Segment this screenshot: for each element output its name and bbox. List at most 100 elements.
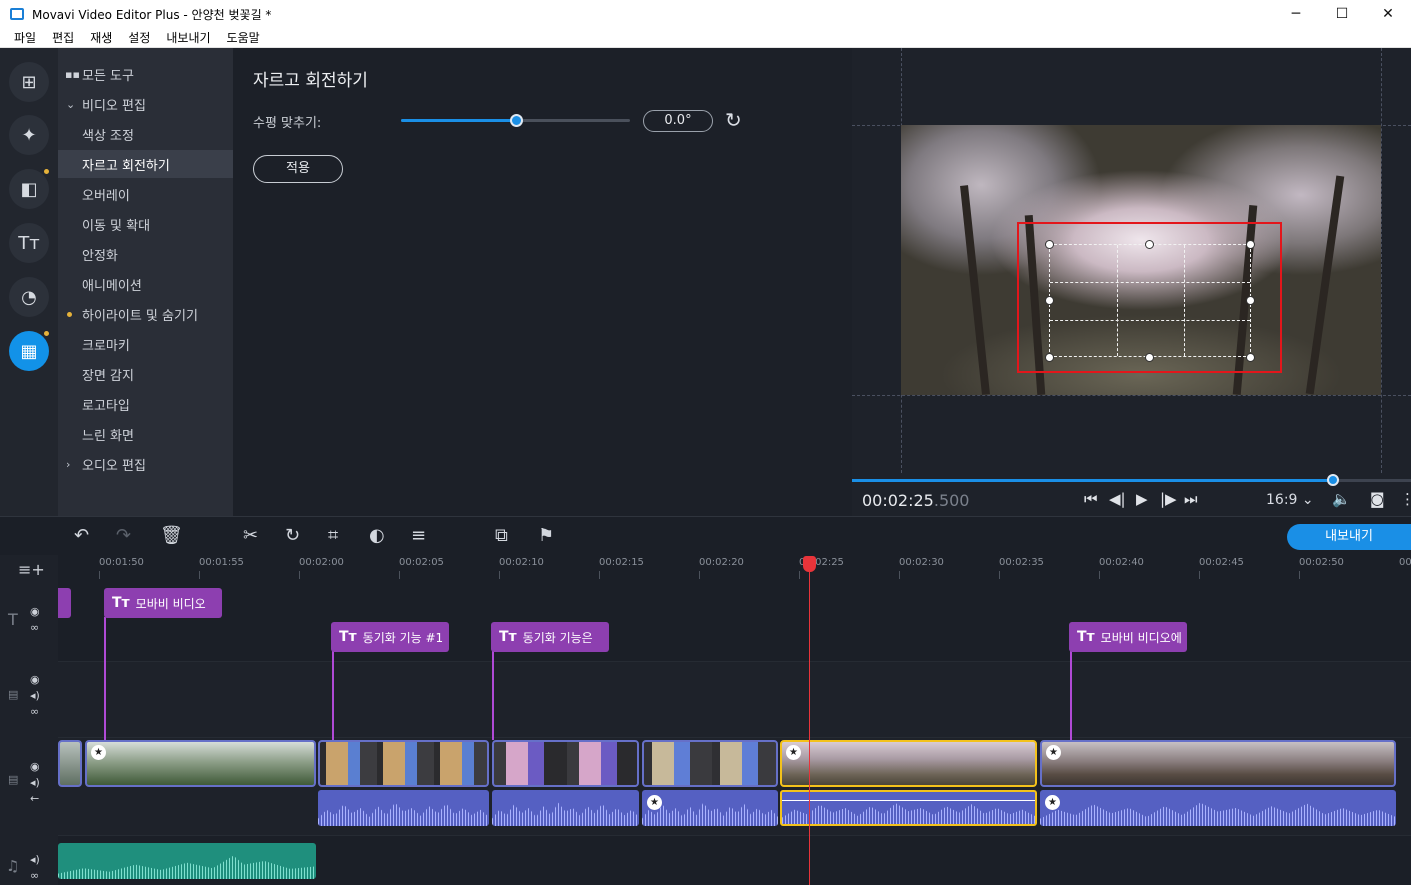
volume-icon[interactable]: 🔈 xyxy=(1332,490,1351,508)
titles-icon[interactable]: Tт xyxy=(9,223,49,263)
color-adjust-icon[interactable]: ◐ xyxy=(369,525,385,546)
video-clip[interactable]: ★ xyxy=(1040,740,1396,787)
music-clip[interactable] xyxy=(58,843,316,879)
stickers-icon[interactable]: ◔ xyxy=(9,277,49,317)
level-slider[interactable] xyxy=(401,114,630,127)
playhead-handle[interactable] xyxy=(803,556,816,572)
mute-icon[interactable]: ◂) xyxy=(30,853,40,866)
prev-frame-icon[interactable]: ◀| xyxy=(1109,490,1126,508)
rotate-icon[interactable]: ↻ xyxy=(285,525,300,546)
magic-wand-icon[interactable]: ✦ xyxy=(9,115,49,155)
more-icon[interactable]: ⋮ xyxy=(1400,490,1411,508)
tool-logo[interactable]: 로고타입 xyxy=(58,390,233,418)
video-clip[interactable]: ★ xyxy=(85,740,316,787)
next-frame-icon[interactable]: |▶ xyxy=(1160,490,1177,508)
tool-stabilization[interactable]: 안정화 xyxy=(58,240,233,268)
audio-clip[interactable] xyxy=(318,790,489,826)
playhead[interactable] xyxy=(809,559,810,885)
menu-settings[interactable]: 설정 xyxy=(120,29,158,46)
audio-edit-group[interactable]: › 오디오 편집 xyxy=(58,450,233,478)
transitions-icon[interactable]: ◧ xyxy=(9,169,49,209)
crop-area[interactable] xyxy=(1049,244,1251,357)
snapshot-icon[interactable]: ◙ xyxy=(1370,490,1385,508)
arrow-left-icon[interactable]: ← xyxy=(30,792,39,805)
title-clip[interactable] xyxy=(58,588,71,618)
play-icon[interactable]: ▶ xyxy=(1136,490,1148,508)
audio-clip[interactable]: ★ xyxy=(1040,790,1396,826)
tool-color-adjust[interactable]: 색상 조정 xyxy=(58,120,233,148)
crop-handle[interactable] xyxy=(1246,353,1255,362)
export-clip-icon[interactable]: ⧉ xyxy=(495,525,508,546)
video-clip[interactable] xyxy=(642,740,778,787)
undo-icon[interactable]: ↶ xyxy=(74,525,89,546)
crop-handle[interactable] xyxy=(1045,353,1054,362)
crop-handle[interactable] xyxy=(1045,240,1054,249)
audio-clip-selected[interactable] xyxy=(780,790,1037,826)
menu-export[interactable]: 내보내기 xyxy=(158,29,218,46)
close-button[interactable]: ✕ xyxy=(1365,0,1411,28)
crop-handle[interactable] xyxy=(1145,240,1154,249)
add-track-icon[interactable]: ≡+ xyxy=(18,560,45,579)
menu-play[interactable]: 재생 xyxy=(82,29,120,46)
menu-edit[interactable]: 편집 xyxy=(44,29,82,46)
tool-crop-rotate[interactable]: 자르고 회전하기 xyxy=(58,150,233,178)
crop-handle[interactable] xyxy=(1145,353,1154,362)
marker-flag-icon[interactable]: ⚑ xyxy=(538,525,554,546)
level-value-field[interactable]: 0.0° xyxy=(643,110,713,132)
aspect-ratio-select[interactable]: 16:9 ⌄ xyxy=(1266,492,1314,508)
tool-slow-motion[interactable]: 느린 화면 xyxy=(58,420,233,448)
skip-end-icon[interactable]: ⏭ xyxy=(1184,490,1198,508)
link-icon[interactable]: ∞ xyxy=(30,869,39,882)
tool-scene-detection[interactable]: 장면 감지 xyxy=(58,360,233,388)
playback-remaining[interactable] xyxy=(1333,479,1411,482)
link-icon[interactable]: ∞ xyxy=(30,705,39,718)
time-ruler[interactable]: 00:01:50 00:01:55 00:02:00 00:02:05 00:0… xyxy=(58,555,1411,579)
video-clip[interactable] xyxy=(492,740,639,787)
slider-handle[interactable] xyxy=(509,114,523,127)
playback-handle[interactable] xyxy=(1327,474,1339,486)
visibility-icon[interactable]: ◉ xyxy=(30,605,40,618)
crop-handle[interactable] xyxy=(1246,240,1255,249)
title-clip[interactable]: Tт 동기화 기능은 xyxy=(491,622,609,652)
cut-icon[interactable]: ✂ xyxy=(243,525,258,546)
tool-pan-zoom[interactable]: 이동 및 확대 xyxy=(58,210,233,238)
video-clip[interactable] xyxy=(318,740,489,787)
visibility-icon[interactable]: ◉ xyxy=(30,760,40,773)
all-tools-item[interactable]: ▪▪ 모든 도구 xyxy=(58,60,233,88)
title-clip[interactable]: Tт 동기화 기능 #1 xyxy=(331,622,449,652)
crop-handle[interactable] xyxy=(1045,296,1054,305)
crop-icon[interactable]: ⌗ xyxy=(328,525,338,546)
redo-icon[interactable]: ↷ xyxy=(116,525,131,546)
visibility-icon[interactable]: ◉ xyxy=(30,673,40,686)
apply-button[interactable]: 적용 xyxy=(253,155,343,183)
maximize-button[interactable]: ☐ xyxy=(1319,0,1365,28)
audio-clip[interactable]: ★ xyxy=(642,790,778,826)
tool-highlight-conceal[interactable]: 하이라이트 및 숨기기 xyxy=(58,300,233,328)
video-clip-selected[interactable]: ★ xyxy=(780,740,1037,787)
tool-chroma-key[interactable]: 크로마키 xyxy=(58,330,233,358)
tool-animation[interactable]: 애니메이션 xyxy=(58,270,233,298)
menu-help[interactable]: 도움말 xyxy=(219,29,268,46)
skip-start-icon[interactable]: ⏮ xyxy=(1084,490,1098,508)
reset-rotate-icon[interactable]: ↻ xyxy=(725,108,742,132)
title-clip[interactable]: Tт 모바비 비디오에 xyxy=(1069,622,1187,652)
title-clip[interactable]: Tт 모바비 비디오 xyxy=(104,588,222,618)
more-tools-icon[interactable]: ▦ xyxy=(9,331,49,371)
notification-dot xyxy=(44,331,49,336)
minimize-button[interactable]: ─ xyxy=(1273,0,1319,28)
mute-icon[interactable]: ◂) xyxy=(30,776,40,789)
mute-icon[interactable]: ◂) xyxy=(30,689,40,702)
audio-clip[interactable] xyxy=(492,790,639,826)
menu-file[interactable]: 파일 xyxy=(0,29,44,46)
tool-overlay[interactable]: 오버레이 xyxy=(58,180,233,208)
clip-properties-icon[interactable]: ≡ xyxy=(411,525,426,546)
video-edit-group[interactable]: ⌄ 비디오 편집 xyxy=(58,90,233,118)
delete-icon[interactable]: 🗑 xyxy=(160,525,183,546)
volume-line[interactable] xyxy=(782,800,1035,801)
playback-progress[interactable] xyxy=(852,479,1333,482)
video-clip[interactable] xyxy=(58,740,82,787)
import-icon[interactable]: ⊞ xyxy=(9,62,49,102)
crop-handle[interactable] xyxy=(1246,296,1255,305)
link-icon[interactable]: ∞ xyxy=(30,621,39,634)
export-button[interactable]: 내보내기 xyxy=(1287,524,1411,550)
